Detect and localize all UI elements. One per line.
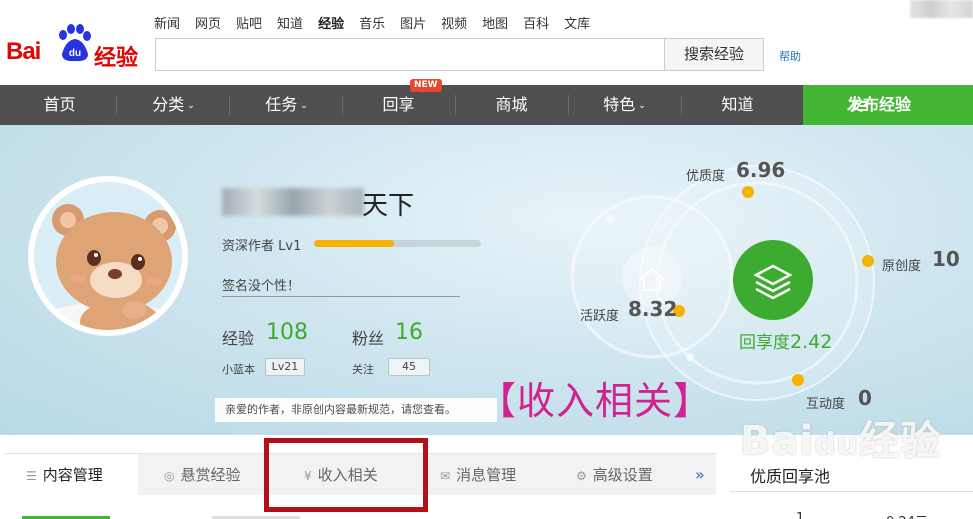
baidu-jingyan-logo[interactable]: Bai du 经验 (6, 22, 146, 71)
quality-label: 优质度 (686, 169, 726, 184)
activity-label: 活跃度 (580, 309, 620, 324)
profile-banner: 天下 资深作者 Lv1 签名没个性！ 经验 108 粉丝 16 小蓝本 Lv21… (0, 125, 973, 435)
pool-title: 优质回享池 (750, 467, 831, 486)
highlight-box (264, 438, 428, 512)
share-score[interactable]: 回享度2.42 (739, 328, 832, 353)
chevron-down-icon: ⌄ (638, 101, 646, 111)
signature[interactable]: 签名没个性！ (222, 275, 300, 294)
top-nav: 新闻 网页 贴吧 知道 经验 音乐 图片 视频 地图 百科 文库 (154, 13, 605, 32)
topnav-video[interactable]: 视频 (441, 13, 467, 32)
publish-button[interactable]: 发布经验 (803, 85, 973, 125)
mainnav-home[interactable]: 首页 (3, 85, 116, 125)
exp-label: 经验 (222, 329, 255, 348)
divider (730, 491, 973, 492)
paw-icon: du (59, 24, 91, 62)
original-label: 原创度 (882, 259, 922, 274)
mainnav-huixiang-label: 回享 (382, 95, 415, 114)
username-blurred (222, 188, 364, 216)
author-level: 资深作者 Lv1 (222, 239, 302, 254)
interaction-value: 0 (858, 386, 872, 410)
mainnav-mall[interactable]: 商城 (455, 85, 568, 125)
mainnav-featured-label: 特色 (603, 95, 636, 114)
activity-value: 8.32 (628, 297, 678, 321)
bear-avatar-image (34, 182, 182, 330)
mainnav-zhidao[interactable]: 知道 (681, 85, 794, 125)
topnav-baike[interactable]: 百科 (523, 13, 549, 32)
pool-rank: 1 (796, 511, 805, 519)
new-badge: NEW (410, 79, 442, 93)
topnav-wenku[interactable]: 文库 (564, 13, 590, 32)
mainnav-mall-label: 商城 (495, 95, 528, 114)
topnav-news[interactable]: 新闻 (154, 13, 180, 32)
mail-icon: ✉ (440, 469, 451, 483)
mainnav-category[interactable]: 分类 ⌄ (117, 85, 230, 125)
exp-value: 108 (266, 320, 308, 345)
tab-label: 高级设置 (592, 466, 653, 484)
logo-jingyan-text: 经验 (94, 46, 139, 71)
chevron-down-icon: ⌄ (300, 101, 308, 111)
topnav-map[interactable]: 地图 (482, 13, 508, 32)
topnav-zhidao[interactable]: 知道 (277, 13, 303, 32)
tab-content-management[interactable]: ☰ 内容管理 (4, 454, 138, 496)
follow-label: 关注 (352, 363, 374, 376)
topnav-tieba[interactable]: 贴吧 (236, 13, 262, 32)
tabs-more-button[interactable]: » (695, 465, 705, 484)
tab-label: 悬赏经验 (180, 466, 241, 484)
share-value: 2.42 (790, 331, 833, 353)
search-input[interactable] (155, 38, 665, 71)
logo-du-text: du (69, 48, 81, 59)
blurred-user-area (910, 0, 973, 18)
share-label: 回享度 (739, 333, 790, 353)
logo-bai-text: Bai (6, 38, 41, 65)
badge-label: 小蓝本 (222, 363, 255, 376)
coin-icon: ◎ (164, 469, 175, 483)
topnav-images[interactable]: 图片 (400, 13, 426, 32)
tab-bounty[interactable]: ◎ 悬赏经验 (164, 454, 241, 496)
level-progress-fill (314, 240, 395, 247)
pool-value: 0.24元 (886, 511, 928, 519)
mainnav-category-label: 分类 (152, 95, 185, 114)
tab-label: 消息管理 (456, 466, 517, 484)
pencil-icon (851, 99, 868, 112)
follow-count[interactable]: 45 (388, 358, 430, 376)
signature-underline (222, 296, 460, 297)
original-value: 10 (932, 247, 960, 271)
site-header: Bai du 经验 新闻 网页 贴吧 知道 经验 音乐 图片 视频 地图 百科 … (0, 0, 973, 85)
avatar[interactable] (28, 176, 188, 336)
notice-tip[interactable]: 亲爱的作者，非原创内容最新规范，请您查看。 (215, 398, 497, 422)
tab-label: 内容管理 (42, 466, 103, 484)
quality-value: 6.96 (736, 158, 786, 182)
search-button[interactable]: 搜索经验 (664, 38, 764, 71)
fans-value[interactable]: 16 (395, 320, 423, 345)
tab-advanced-settings[interactable]: ⚙ 高级设置 (576, 454, 653, 496)
mainnav-tasks-label: 任务 (265, 95, 298, 114)
topnav-web[interactable]: 网页 (195, 13, 221, 32)
mainnav-featured[interactable]: 特色 ⌄ (568, 85, 681, 125)
mainnav-tasks[interactable]: 任务 ⌄ (230, 85, 343, 125)
help-link[interactable]: 帮助 (779, 48, 801, 64)
topnav-music[interactable]: 音乐 (359, 13, 385, 32)
chevron-down-icon: ⌄ (187, 101, 195, 111)
username-suffix: 天下 (362, 191, 415, 221)
gear-icon: ⚙ (576, 469, 587, 483)
fans-label: 粉丝 (352, 329, 385, 348)
badge-level[interactable]: Lv21 (265, 358, 305, 376)
mainnav-home-label: 首页 (43, 95, 76, 114)
list-icon: ☰ (26, 469, 37, 483)
level-progress-bar (314, 240, 481, 247)
tab-messages[interactable]: ✉ 消息管理 (440, 454, 516, 496)
topnav-jingyan[interactable]: 经验 (318, 13, 344, 32)
baidu-jingyan-watermark: Baidu经验 (740, 418, 942, 464)
mainnav-zhidao-label: 知道 (721, 95, 754, 114)
